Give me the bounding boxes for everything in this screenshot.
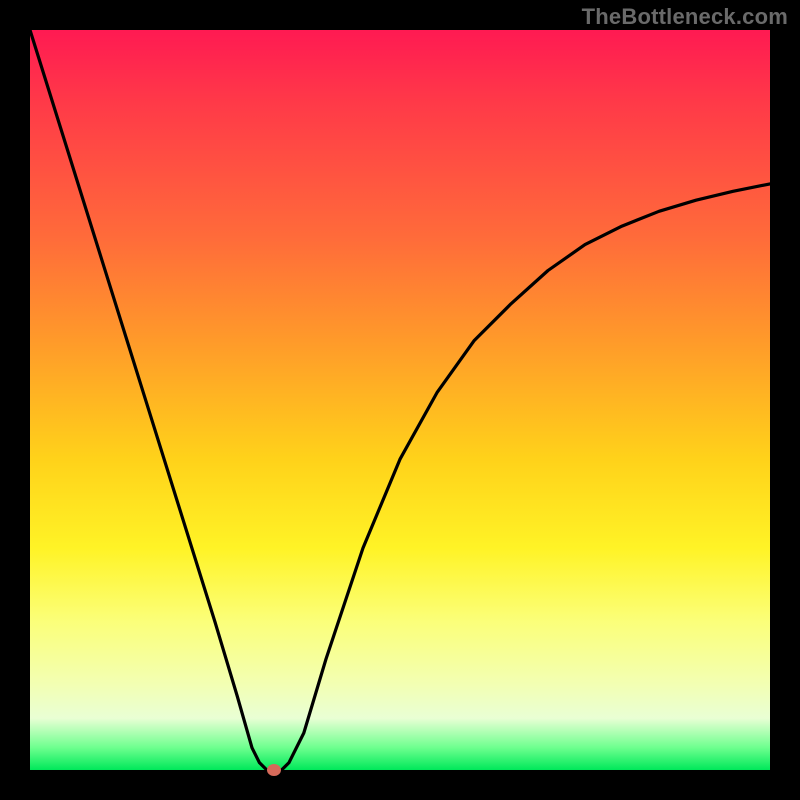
watermark-text: TheBottleneck.com bbox=[582, 4, 788, 30]
chart-frame: TheBottleneck.com bbox=[0, 0, 800, 800]
bottleneck-curve-path bbox=[30, 30, 770, 770]
plot-area bbox=[30, 30, 770, 770]
minimum-marker bbox=[267, 764, 281, 776]
curve-svg bbox=[30, 30, 770, 770]
